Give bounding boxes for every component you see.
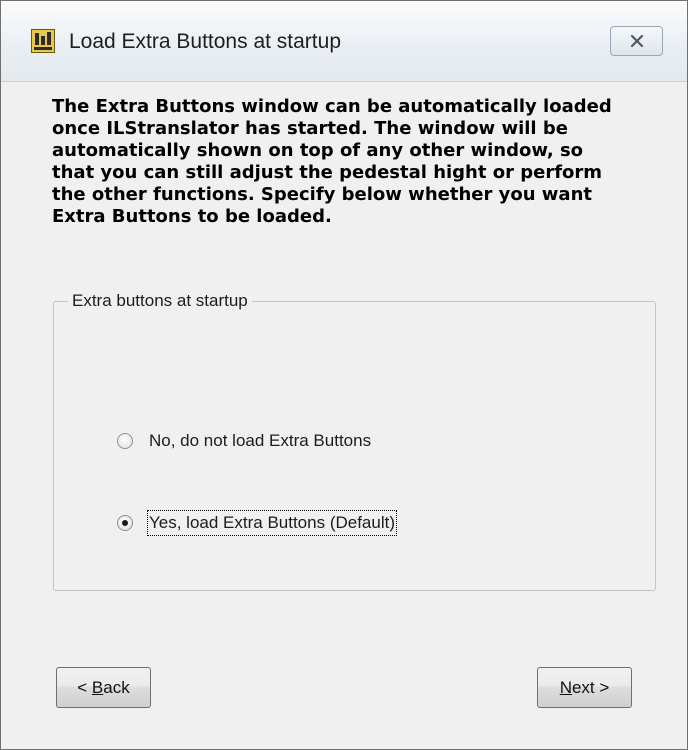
description-text: The Extra Buttons window can be automati… [52,96,612,227]
next-button-accel: N [559,678,572,697]
close-icon [630,35,644,47]
back-button[interactable]: < Back [56,667,151,708]
radio-no-label[interactable]: No, do not load Extra Buttons [149,430,371,452]
back-button-rest: ack [103,678,130,697]
radio-selected-dot [122,520,128,526]
close-button[interactable] [610,26,663,56]
window-title: Load Extra Buttons at startup [69,30,341,53]
radio-yes-circle[interactable] [117,515,133,531]
radio-no-circle[interactable] [117,433,133,449]
radio-yes-label[interactable]: Yes, load Extra Buttons (Default) [146,510,398,536]
back-button-accel: B [91,678,104,697]
back-button-prefix: < [77,678,92,697]
next-button-rest: ext > [571,678,610,697]
title-bar[interactable]: Load Extra Buttons at startup [1,1,687,82]
next-button[interactable]: Next > [537,667,632,708]
groupbox-label: Extra buttons at startup [68,290,252,312]
dialog-window: Load Extra Buttons at startup The Extra … [0,0,688,750]
app-icon [31,29,55,53]
